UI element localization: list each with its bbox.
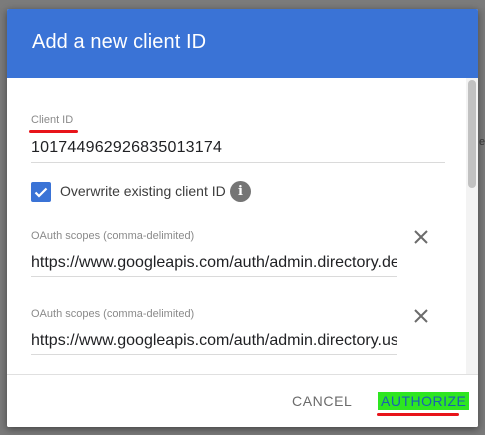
dialog-title: Add a new client ID	[32, 31, 207, 53]
scope-input-underline	[31, 276, 397, 277]
scope-label: OAuth scopes (comma-delimited)	[31, 308, 195, 320]
scrollbar-thumb[interactable]	[468, 80, 476, 188]
scope-input[interactable]: https://www.googleapis.com/auth/admin.di…	[31, 254, 397, 272]
authorize-button[interactable]: AUTHORIZE	[378, 392, 470, 410]
scope-input-underline	[31, 354, 397, 355]
scope-label: OAuth scopes (comma-delimited)	[31, 230, 195, 242]
dialog-body[interactable]: Client ID 101744962926835013174 Overwrit…	[7, 78, 478, 374]
client-id-input-underline	[31, 162, 445, 163]
add-client-id-dialog: Add a new client ID Client ID 1017449629…	[7, 9, 478, 427]
check-icon	[34, 187, 48, 198]
dialog-footer: CANCEL AUTHORIZE	[7, 374, 478, 427]
client-id-label: Client ID	[31, 114, 74, 126]
backdrop-page-fragment: e	[479, 136, 485, 148]
close-icon[interactable]	[411, 227, 431, 247]
cancel-button[interactable]: CANCEL	[292, 391, 352, 411]
page-backdrop	[0, 0, 485, 8]
overwrite-checkbox-label[interactable]: Overwrite existing client ID	[60, 183, 226, 199]
info-icon[interactable]: i	[230, 181, 251, 202]
annotation-underline	[29, 130, 78, 133]
client-id-input[interactable]: 101744962926835013174	[31, 139, 222, 157]
scrollbar[interactable]	[466, 78, 478, 374]
dialog-header: Add a new client ID	[7, 9, 478, 78]
annotation-underline	[377, 413, 459, 416]
overwrite-checkbox[interactable]	[31, 182, 51, 202]
scope-input[interactable]: https://www.googleapis.com/auth/admin.di…	[31, 332, 397, 350]
close-icon[interactable]	[411, 306, 431, 326]
